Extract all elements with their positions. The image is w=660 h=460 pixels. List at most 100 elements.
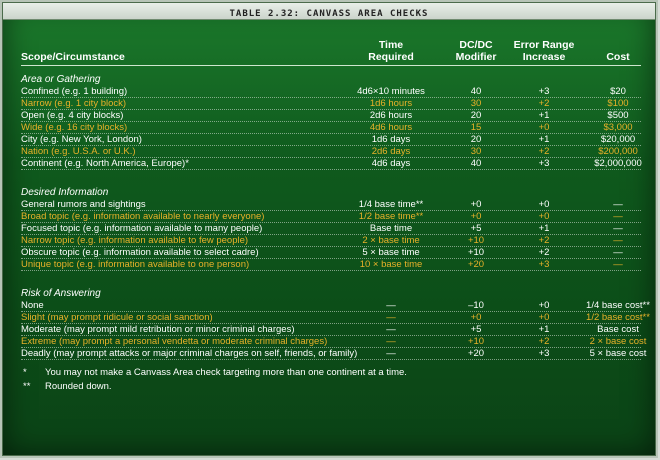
row-time: 10 × base time [359, 259, 423, 270]
table-row: None — –10 +0 1/4 base cost** [21, 300, 650, 312]
row-cost: 1/4 base cost** [586, 300, 650, 311]
row-error-range: +1 [538, 324, 550, 335]
row-scope: City (e.g. New York, London) [21, 134, 142, 145]
row-cost: $500 [607, 110, 629, 121]
row-dc-modifier: –10 [468, 300, 484, 311]
row-scope: Continent (e.g. North America, Europe)* [21, 158, 189, 169]
row-error-range: +2 [538, 98, 550, 109]
row-scope: Moderate (may prompt mild retribution or… [21, 324, 295, 335]
header-scope: Scope/Circumstance [21, 51, 321, 63]
row-scope: Confined (e.g. 1 building) [21, 86, 128, 97]
row-cost: — [613, 211, 623, 222]
row-time: 5 × base time [362, 247, 420, 258]
row-time: — [386, 348, 396, 359]
table-row: Moderate (may prompt mild retribution or… [21, 324, 641, 336]
row-dc-modifier: 15 [470, 122, 482, 133]
row-error-range: +3 [538, 158, 550, 169]
table-row: Open (e.g. 4 city blocks) 2d6 hours 20 +1 $5… [21, 110, 641, 122]
row-scope: Unique topic (e.g. information available… [21, 259, 250, 270]
row-error-range: +0 [538, 300, 550, 311]
header-time-line1: Time [378, 39, 404, 51]
row-cost: $20 [610, 86, 626, 97]
row-time: 1d6 hours [369, 98, 413, 109]
footnote: * You may not make a Canvass Area check t… [21, 366, 641, 380]
table-row: Narrow (e.g. 1 city block) 1d6 hours 30 +2 $… [21, 98, 641, 110]
row-scope: Wide (e.g. 16 city blocks) [21, 122, 128, 133]
row-cost: $3,000 [603, 122, 633, 133]
row-error-range: +0 [538, 199, 550, 210]
row-error-range: +3 [538, 348, 550, 359]
header-dc: DC/DC Modifier [445, 39, 507, 63]
table-header: Scope/Circumstance Time Required DC/DC M… [21, 21, 641, 66]
section-title: Desired Information [21, 187, 109, 198]
row-cost: — [613, 223, 623, 234]
row-cost: $100 [607, 98, 629, 109]
row-error-range: +0 [538, 122, 550, 133]
row-cost: $2,000,000 [594, 158, 642, 169]
table-row: General rumors and sightings 1/4 base tim… [21, 199, 641, 211]
row-scope: Focused topic (e.g. information availabl… [21, 223, 263, 234]
row-time: 4d6 hours [369, 122, 413, 133]
table-row: Narrow topic (e.g. information available… [21, 235, 641, 247]
footnote-mark: * [23, 367, 27, 378]
header-dc-line2: Modifier [455, 51, 497, 63]
header-time-line2: Required [368, 51, 414, 63]
header-cost-line1: Cost [606, 51, 630, 63]
row-time: 4d6×10 minutes [357, 86, 425, 97]
row-error-range: +0 [538, 312, 550, 323]
row-scope: Narrow (e.g. 1 city block) [21, 98, 127, 109]
header-time: Time Required [341, 39, 441, 63]
table-row: Broad topic (e.g. information available … [21, 211, 641, 223]
title-bar: TABLE 2.32: CANVASS AREA CHECKS [3, 3, 655, 20]
table-row: Focused topic (e.g. information availabl… [21, 223, 641, 235]
row-scope: None [21, 300, 44, 311]
header-underline [21, 65, 641, 66]
row-dc-modifier: +10 [467, 235, 485, 246]
row-error-range: +1 [538, 110, 550, 121]
row-cost: 2 × base cost [589, 336, 647, 347]
row-time: — [386, 300, 396, 311]
table-row: Confined (e.g. 1 building) 4d6×10 minutes… [21, 86, 641, 98]
table-row: Slight (may prompt ridicule or social sa… [21, 312, 650, 324]
row-cost: — [613, 259, 623, 270]
header-error: Error Range Increase [509, 39, 579, 63]
footnote-mark: ** [23, 381, 31, 392]
header-scope-line1: Scope/Circumstance [21, 51, 125, 63]
row-time: 2d6 hours [369, 110, 413, 121]
footnote: ** Rounded down. [21, 380, 641, 394]
row-error-range: +3 [538, 86, 550, 97]
row-time: — [386, 324, 396, 335]
table-row: Extreme (may prompt a personal vendetta … [21, 336, 646, 348]
row-dc-modifier: +0 [470, 211, 482, 222]
row-time: Base time [369, 223, 413, 234]
row-dc-modifier: +20 [467, 259, 485, 270]
header-cost: Cost [581, 51, 655, 63]
row-cost: Base cost [597, 324, 639, 335]
row-dc-modifier: 20 [470, 110, 482, 121]
table-row: Nation (e.g. U.S.A. or U.K.) 2d6 days 30 +2… [21, 146, 641, 158]
row-scope: Extreme (may prompt a personal vendetta … [21, 336, 328, 347]
row-cost: $20,000 [600, 134, 636, 145]
row-dc-modifier: 30 [470, 98, 482, 109]
row-dc-modifier: +5 [470, 324, 482, 335]
row-error-range: +1 [538, 223, 550, 234]
row-scope: Narrow topic (e.g. information available… [21, 235, 249, 246]
header-dc-line1: DC/DC [459, 39, 493, 51]
row-time: — [386, 312, 396, 323]
table-row: Continent (e.g. North America, Europe)* 4… [21, 158, 642, 170]
table-row: Deadly (may prompt attacks or major crim… [21, 348, 646, 360]
row-cost: 5 × base cost [589, 348, 647, 359]
row-scope: Slight (may prompt ridicule or social sa… [21, 312, 213, 323]
row-time: 2d6 days [371, 146, 411, 157]
table-panel: TABLE 2.32: CANVASS AREA CHECKS Scope/Ci… [2, 2, 656, 456]
row-cost: 1/2 base cost** [586, 312, 650, 323]
row-time: 1/4 base time** [358, 199, 424, 210]
row-time: 1/2 base time** [358, 211, 424, 222]
row-scope: Obscure topic (e.g. information availabl… [21, 247, 259, 258]
table-row: Unique topic (e.g. information available… [21, 259, 641, 271]
row-dc-modifier: +0 [470, 312, 482, 323]
row-dc-modifier: +0 [470, 199, 482, 210]
row-cost: — [613, 247, 623, 258]
